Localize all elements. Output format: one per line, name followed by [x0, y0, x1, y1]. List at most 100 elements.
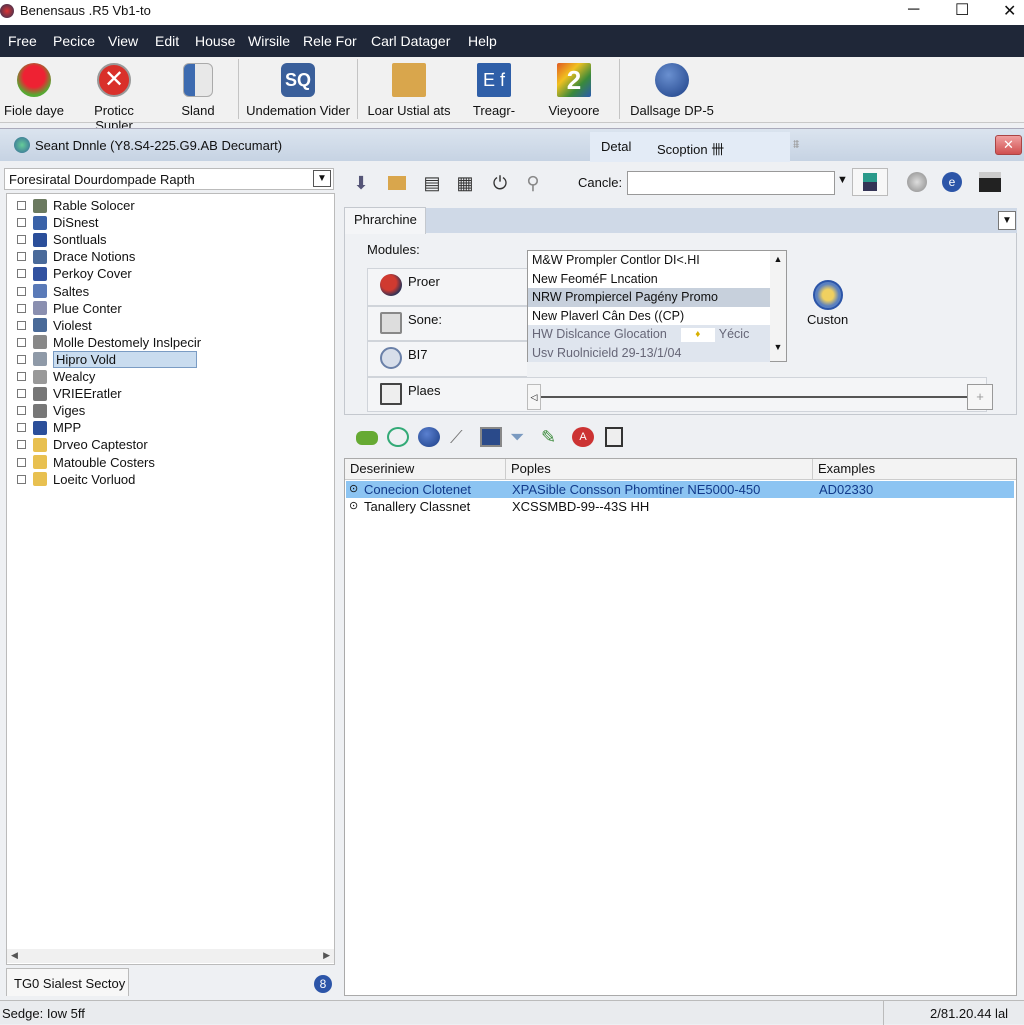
toolbar-button-dallsage-dp5[interactable]: Dallsage DP-5	[626, 63, 718, 118]
tree-item[interactable]: Saltes	[17, 283, 89, 300]
panel-menu-dropdown[interactable]: ▼	[998, 211, 1016, 230]
toolbar-button-loar-ustial-ats[interactable]: Loar Ustial ats	[364, 63, 454, 118]
tree-item[interactable]: Plue Conter	[17, 300, 122, 317]
print-icon[interactable]	[979, 172, 1001, 192]
notepad-icon[interactable]	[605, 427, 623, 447]
bottom-tab[interactable]: TG0 Sialest Sectoy	[6, 968, 129, 996]
printer-icon[interactable]: ▤	[421, 172, 443, 194]
acrobat-icon[interactable]: A	[572, 427, 594, 447]
tree-item[interactable]: Drace Notions	[17, 248, 135, 265]
toolbar-button-fiole-daye[interactable]: Fiole daye	[2, 63, 66, 118]
tree-root-dropdown[interactable]: Foresiratal Dourdompade Rapth ▼	[4, 168, 334, 190]
search-input[interactable]	[627, 171, 835, 195]
toolbar-button-treagr[interactable]: E f Treagr-	[464, 63, 524, 118]
tree-item[interactable]: Loeitc Vorluod	[17, 471, 135, 488]
toolbar-button-undemation-vider[interactable]: SQ Undemation Vider	[246, 63, 350, 118]
funnel-icon[interactable]: ⏷	[510, 427, 532, 447]
expand-icon[interactable]	[17, 337, 26, 347]
plaes-slider[interactable]: ◁ +	[527, 384, 993, 410]
tree-item[interactable]: Perkoy Cover	[17, 265, 132, 282]
toolbar-button-proticc-supler[interactable]: ✕ Proticc Supler	[74, 63, 154, 133]
toolbar-button-sland[interactable]: Sland	[170, 63, 226, 118]
folder-icon[interactable]	[386, 172, 408, 194]
menu-free[interactable]: Free	[8, 33, 37, 49]
tree-item[interactable]: Matouble Costers	[17, 454, 155, 471]
menu-carl-datager[interactable]: Carl Datager	[371, 33, 450, 49]
module-proer[interactable]: Proer	[367, 268, 527, 306]
module-sone[interactable]: Sone:	[367, 306, 527, 341]
install-icon[interactable]: ⬇	[350, 172, 372, 194]
menu-house[interactable]: House	[195, 33, 235, 49]
expand-icon[interactable]	[17, 423, 26, 433]
feather-icon[interactable]: ✎	[541, 427, 563, 447]
globe-icon[interactable]	[418, 427, 440, 447]
leaf-icon[interactable]	[356, 431, 378, 445]
table-row[interactable]: ⊙ Conecion Clotenet XPASible Consson Pho…	[346, 481, 1014, 498]
expand-icon[interactable]	[17, 269, 26, 279]
search-dropdown-icon[interactable]: ▼	[837, 174, 848, 186]
module-listbox[interactable]: M&W Prompler Contlor DI<.HI New FeoméF Ln…	[527, 250, 787, 362]
expand-icon[interactable]	[17, 372, 26, 382]
list-item[interactable]: M&W Prompler Contlor DI<.HI	[528, 251, 770, 270]
module-bi7[interactable]: BI7	[367, 341, 527, 377]
column-header-poples[interactable]: Poples	[506, 459, 813, 479]
list-item[interactable]: Usv Ruolnicield 29-13/1/04	[528, 343, 770, 362]
minimize-button[interactable]: ─	[908, 1, 919, 19]
tree-item[interactable]: Rable Solocer	[17, 197, 135, 214]
horizontal-scrollbar[interactable]: ◀ ▶	[7, 949, 334, 963]
menu-pecice[interactable]: Pecice	[53, 33, 95, 49]
tab-detal[interactable]: Detal	[601, 139, 631, 154]
maximize-button[interactable]: ☐	[955, 0, 969, 20]
expand-icon[interactable]	[17, 354, 26, 364]
tree-item[interactable]: Molle Destomely Inslpecir	[17, 334, 201, 351]
tab-scoption[interactable]: Scoption 卌	[657, 139, 724, 158]
tree-item[interactable]: Wealcy	[17, 368, 95, 385]
tree-item[interactable]: MPP	[17, 419, 81, 436]
listbox-scrollbar[interactable]: ▲ ▼	[770, 251, 786, 361]
tab-phrarchine[interactable]: Phrarchine	[344, 207, 426, 234]
menu-rele-for[interactable]: Rele For	[303, 33, 357, 49]
slider-handle[interactable]: +	[967, 384, 993, 410]
toolbar-button-vieyoore[interactable]: 2 Vieyoore	[542, 63, 606, 118]
close-button[interactable]: ✕	[1003, 1, 1016, 21]
info-icon[interactable]: 8	[314, 975, 332, 993]
network-button[interactable]	[852, 168, 888, 196]
menu-help[interactable]: Help	[468, 33, 497, 49]
expand-icon[interactable]	[17, 303, 26, 313]
tree-item[interactable]: DiSnest	[17, 214, 99, 231]
column-header-deseriniew[interactable]: Deseriniew	[345, 459, 506, 479]
expand-icon[interactable]	[17, 286, 26, 296]
tree-item[interactable]: VRIEEratler	[17, 385, 122, 402]
tab-overflow-icon[interactable]: ⩩	[793, 137, 799, 152]
tree-item[interactable]: Viges	[17, 402, 85, 419]
settings-icon[interactable]	[907, 172, 927, 192]
ie-icon[interactable]: e	[942, 172, 962, 192]
tree-item[interactable]: Hipro Vold	[17, 350, 197, 368]
tree-item[interactable]: Violest	[17, 317, 92, 334]
list-item[interactable]: New FeoméF Lncation	[528, 270, 770, 289]
monitor-icon[interactable]	[480, 427, 502, 447]
grid-icon[interactable]: ▦	[454, 172, 476, 194]
list-item[interactable]: NRW Prompiercel Pagény Promo	[528, 288, 770, 307]
list-item[interactable]: HW Dislcance Glocation ♦ Yécic	[528, 325, 770, 344]
chevron-down-icon[interactable]: ▼	[313, 170, 331, 187]
expand-icon[interactable]	[17, 457, 26, 467]
expand-icon[interactable]	[17, 389, 26, 399]
column-header-examples[interactable]: Examples	[813, 459, 1016, 479]
menu-wirsile[interactable]: Wirsile	[248, 33, 290, 49]
tree-item[interactable]: Sontluals	[17, 231, 106, 248]
table-row[interactable]: ⊙ Tanallery Classnet XCSSMBD-99--43S HH	[346, 498, 1014, 515]
menu-view[interactable]: View	[108, 33, 138, 49]
recycle-icon[interactable]	[387, 427, 409, 447]
expand-icon[interactable]	[17, 235, 26, 245]
expand-icon[interactable]	[17, 474, 26, 484]
list-item[interactable]: New Plaverl Cân Des ((CP)	[528, 307, 770, 326]
tree-item[interactable]: Drveo Captestor	[17, 436, 148, 453]
pen-icon[interactable]: ⟋	[450, 427, 472, 447]
expand-icon[interactable]	[17, 320, 26, 330]
expand-icon[interactable]	[17, 252, 26, 262]
close-document-button[interactable]: ✕	[995, 135, 1022, 155]
custom-icon[interactable]	[813, 280, 843, 310]
expand-icon[interactable]	[17, 201, 26, 211]
expand-icon[interactable]	[17, 440, 26, 450]
